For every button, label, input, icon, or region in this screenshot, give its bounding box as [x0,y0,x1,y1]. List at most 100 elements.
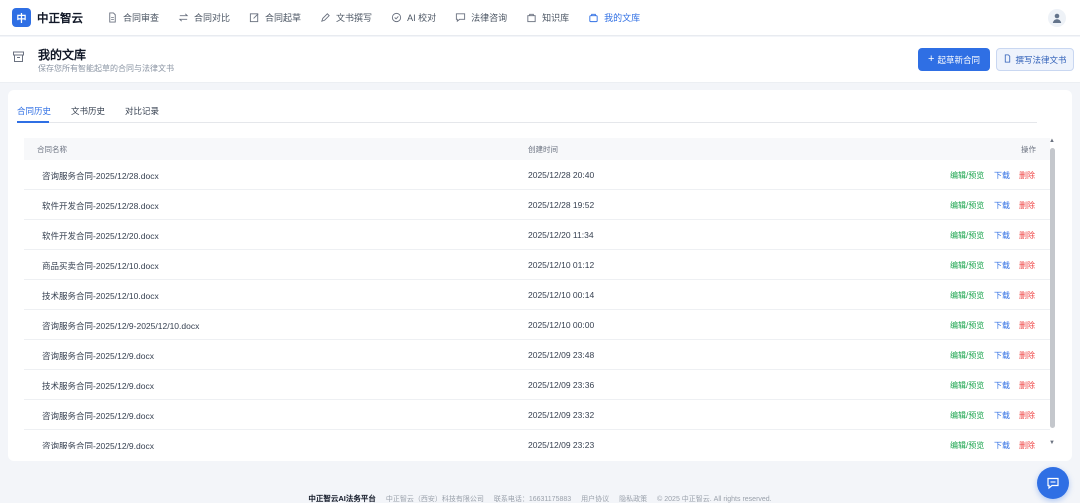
contract-name: 咨询服务合同-2025/12/9.docx [42,441,154,449]
delete-link[interactable]: 删除 [1019,200,1035,211]
edit-preview-link[interactable]: 编辑/预览 [950,200,984,211]
brand-logo: 中 [12,8,31,27]
table-header: 合同名称 创建时间 操作 [24,138,1050,160]
table-row: 软件开发合同-2025/12/28.docx 2025/12/28 19:52 … [24,190,1050,220]
footer-terms-link[interactable]: 用户协议 [581,494,609,503]
edit-preview-link[interactable]: 编辑/预览 [950,260,984,271]
tab-document-history[interactable]: 文书历史 [71,105,105,117]
column-header-name: 合同名称 [37,145,67,154]
download-link[interactable]: 下载 [994,440,1010,449]
delete-link[interactable]: 删除 [1019,260,1035,271]
page-title: 我的文库 [38,48,87,62]
tab-compare-records[interactable]: 对比记录 [125,105,159,117]
created-time: 2025/12/20 11:34 [528,230,594,240]
scrollbar-thumb[interactable] [1050,148,1055,428]
nav-item-my-library[interactable]: 我的文库 [578,0,649,36]
download-link[interactable]: 下载 [994,230,1010,241]
table-row: 软件开发合同-2025/12/20.docx 2025/12/20 11:34 … [24,220,1050,250]
nav-label: 合同对比 [194,13,231,23]
nav-label: 我的文库 [604,13,641,23]
user-avatar[interactable] [1048,9,1066,27]
edit-preview-link[interactable]: 编辑/预览 [950,170,984,181]
footer-copyright: © 2025 中正智云. All rights reserved. [657,495,772,503]
edit-preview-link[interactable]: 编辑/预览 [950,350,984,361]
write-document-label: 撰写法律文书 [1015,54,1067,65]
nav-item-knowledge-base[interactable]: 知识库 [516,0,578,36]
tab-label: 合同历史 [17,106,52,116]
document-icon [1003,54,1012,65]
footer-privacy-link[interactable]: 隐私政策 [619,494,647,503]
table-row: 技术服务合同-2025/12/10.docx 2025/12/10 00:14 … [24,280,1050,310]
nav-item-contract-compare[interactable]: 合同对比 [168,0,239,36]
table-row: 咨询服务合同-2025/12/9.docx 2025/12/09 23:23 编… [24,430,1050,449]
created-time: 2025/12/09 23:36 [528,380,595,390]
edit-icon [248,12,260,24]
table-row: 商品买卖合同-2025/12/10.docx 2025/12/10 01:12 … [24,250,1050,280]
contract-name: 咨询服务合同-2025/12/9-2025/12/10.docx [42,321,200,331]
nav-item-document-writing[interactable]: 文书撰写 [310,0,381,36]
book-icon [525,12,537,24]
edit-preview-link[interactable]: 编辑/预览 [950,230,984,241]
contract-table: 合同名称 创建时间 操作 咨询服务合同-2025/12/28.docx 2025… [24,138,1050,449]
footer-contact: 联系电话：16631175883 [493,495,572,503]
top-nav: 中 中正智云 合同审查 合同对比 合同起草 文书撰写 AI 校对 法律咨询 知识… [0,0,1080,36]
delete-link[interactable]: 删除 [1019,170,1035,181]
document-icon [106,12,118,24]
table-row: 技术服务合同-2025/12/9.docx 2025/12/09 23:36 编… [24,370,1050,400]
nav-item-contract-draft[interactable]: 合同起草 [239,0,310,36]
download-link[interactable]: 下载 [994,410,1010,421]
scroll-up-arrow[interactable]: ▲ [1049,138,1055,144]
tab-bar: 合同历史 文书历史 对比记录 [17,103,1037,123]
delete-link[interactable]: 删除 [1019,230,1035,241]
column-header-time: 创建时间 [528,145,558,154]
delete-link[interactable]: 删除 [1019,320,1035,331]
chat-support-button[interactable] [1037,467,1069,499]
edit-preview-link[interactable]: 编辑/预览 [950,290,984,301]
download-link[interactable]: 下载 [994,260,1010,271]
write-document-button[interactable]: 撰写法律文书 [996,48,1074,71]
archive-icon [12,50,26,64]
contract-name: 咨询服务合同-2025/12/28.docx [42,171,159,181]
pen-icon [319,12,331,24]
check-circle-icon [390,12,402,24]
edit-preview-link[interactable]: 编辑/预览 [950,380,984,391]
nav-item-ai-proofread[interactable]: AI 校对 [381,0,445,36]
contract-name: 商品买卖合同-2025/12/10.docx [42,261,159,271]
edit-preview-link[interactable]: 编辑/预览 [950,410,984,421]
contract-name: 软件开发合同-2025/12/28.docx [42,201,159,211]
tab-contract-history[interactable]: 合同历史 [17,105,51,117]
chat-icon [1047,477,1059,490]
download-link[interactable]: 下载 [994,350,1010,361]
scroll-down-arrow[interactable]: ▼ [1049,440,1055,446]
delete-link[interactable]: 删除 [1019,290,1035,301]
edit-preview-link[interactable]: 编辑/预览 [950,320,984,331]
nav-item-contract-review[interactable]: 合同审查 [97,0,168,36]
tab-label: 对比记录 [125,106,160,116]
download-link[interactable]: 下载 [994,380,1010,391]
contract-name: 咨询服务合同-2025/12/9.docx [42,411,154,421]
delete-link[interactable]: 删除 [1019,410,1035,421]
download-link[interactable]: 下载 [994,320,1010,331]
nav-label: 合同审查 [123,13,160,23]
download-link[interactable]: 下载 [994,200,1010,211]
nav-label: 合同起草 [265,13,302,23]
brand-name: 中正智云 [37,12,83,25]
created-time: 2025/12/09 23:23 [528,440,595,449]
download-link[interactable]: 下载 [994,290,1010,301]
edit-preview-link[interactable]: 编辑/预览 [950,440,984,449]
table-row: 咨询服务合同-2025/12/9.docx 2025/12/09 23:32 编… [24,400,1050,430]
brand[interactable]: 中 中正智云 [12,8,83,27]
download-link[interactable]: 下载 [994,170,1010,181]
delete-link[interactable]: 删除 [1019,350,1035,361]
contract-name: 软件开发合同-2025/12/20.docx [42,231,159,241]
table-row: 咨询服务合同-2025/12/9-2025/12/10.docx 2025/12… [24,310,1050,340]
table-row: 咨询服务合同-2025/12/9.docx 2025/12/09 23:48 编… [24,340,1050,370]
delete-link[interactable]: 删除 [1019,440,1035,449]
nav-item-legal-consult[interactable]: 法律咨询 [445,0,516,36]
new-contract-button[interactable]: + 起草新合同 [918,48,990,71]
table-row: 咨询服务合同-2025/12/28.docx 2025/12/28 20:40 … [24,160,1050,190]
page-header: 我的文库 保存您所有智能起草的合同与法律文书 + 起草新合同 撰写法律文书 [0,37,1080,83]
delete-link[interactable]: 删除 [1019,380,1035,391]
nav-label: 知识库 [542,13,570,23]
created-time: 2025/12/28 19:52 [528,200,595,210]
